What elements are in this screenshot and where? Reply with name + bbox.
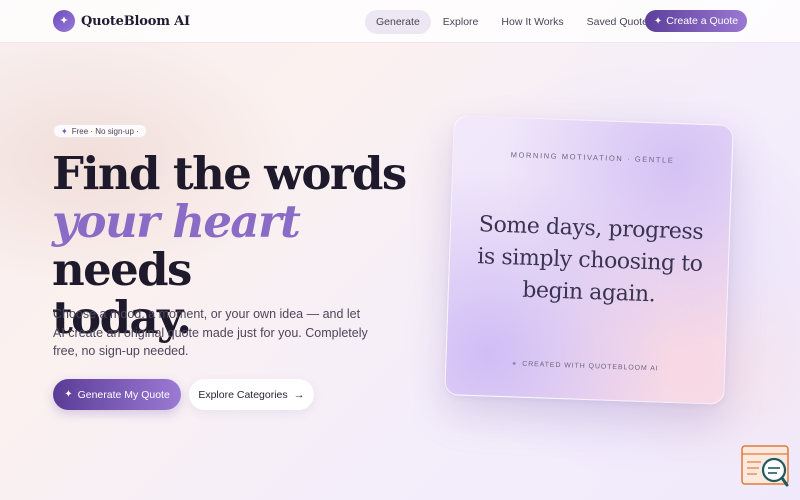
create-quote-label: Create a Quote xyxy=(666,15,739,27)
nav-link-generate[interactable]: Generate xyxy=(365,10,431,34)
free-badge: ✦ Free · No sign-up · xyxy=(53,124,147,138)
brand[interactable]: ✦ QuoteBloom AI xyxy=(53,10,190,32)
headline-line-2: needs xyxy=(52,243,192,296)
quote-card: MORNING MOTIVATION · GENTLE Some days, p… xyxy=(444,115,734,405)
sparkle-icon: ✦ xyxy=(64,389,73,400)
headline-accent: your heart xyxy=(52,195,301,248)
explore-categories-label: Explore Categories xyxy=(198,388,288,401)
dot-icon: ● xyxy=(511,360,518,368)
quote-card-tag: MORNING MOTIVATION · GENTLE xyxy=(510,150,675,165)
headline-line-1: Find the words xyxy=(52,147,407,200)
hero-subtext: Choose a mood, a moment, or your own ide… xyxy=(53,307,368,358)
quote-card-footer: ● CREATED WITH QUOTEBLOOM AI xyxy=(446,358,724,375)
arrow-right-icon: → xyxy=(293,388,305,401)
feedback-widget-icon[interactable] xyxy=(741,445,789,487)
quote-card-credit: CREATED WITH QUOTEBLOOM AI xyxy=(522,360,659,373)
nav-link-how-it-works[interactable]: How It Works xyxy=(490,10,574,34)
generate-quote-label: Generate My Quote xyxy=(77,388,170,401)
nav-link-explore[interactable]: Explore xyxy=(432,10,490,34)
sparkle-icon: ✦ xyxy=(53,10,75,32)
generate-quote-button[interactable]: ✦ Generate My Quote xyxy=(53,379,181,410)
sparkle-icon: ✦ xyxy=(653,15,663,27)
badge-text: Free · No sign-up · xyxy=(71,126,139,136)
sparkle-icon: ✦ xyxy=(61,126,68,136)
brand-name: QuoteBloom AI xyxy=(81,13,190,29)
explore-categories-button[interactable]: Explore Categories → xyxy=(189,379,314,410)
nav-links: Generate Explore How It Works Saved Quot… xyxy=(365,10,665,34)
create-quote-button[interactable]: ✦ Create a Quote xyxy=(645,10,747,32)
quote-text: Some days, progress is simply choosing t… xyxy=(476,212,704,308)
top-navigation: ✦ QuoteBloom AI Generate Explore How It … xyxy=(0,0,800,43)
